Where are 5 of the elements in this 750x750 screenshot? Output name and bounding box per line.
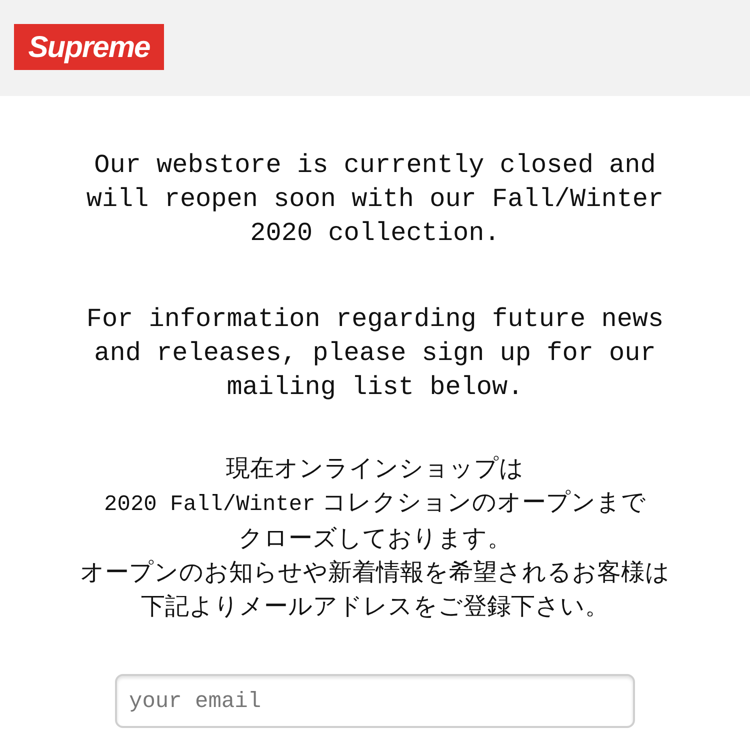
email-field[interactable]: your email [115,674,635,728]
notice-text: Our webstore is currently closed and will reopen soon with our Fall/Winter 2020 collection. [85,149,665,250]
notice-text-japanese: 現在オンラインショップは 2020 Fall/Winter コレクションのオープンまで クローズしております。 オープンのお知らせや新着情報を希望されるお客様は 下記よりメールアドレスをご登録下さい。 [80,454,670,622]
notice-text: For information regarding future news and releases, please sign up for our mailing list below. [85,303,665,404]
logo[interactable]: Supreme [14,24,164,70]
